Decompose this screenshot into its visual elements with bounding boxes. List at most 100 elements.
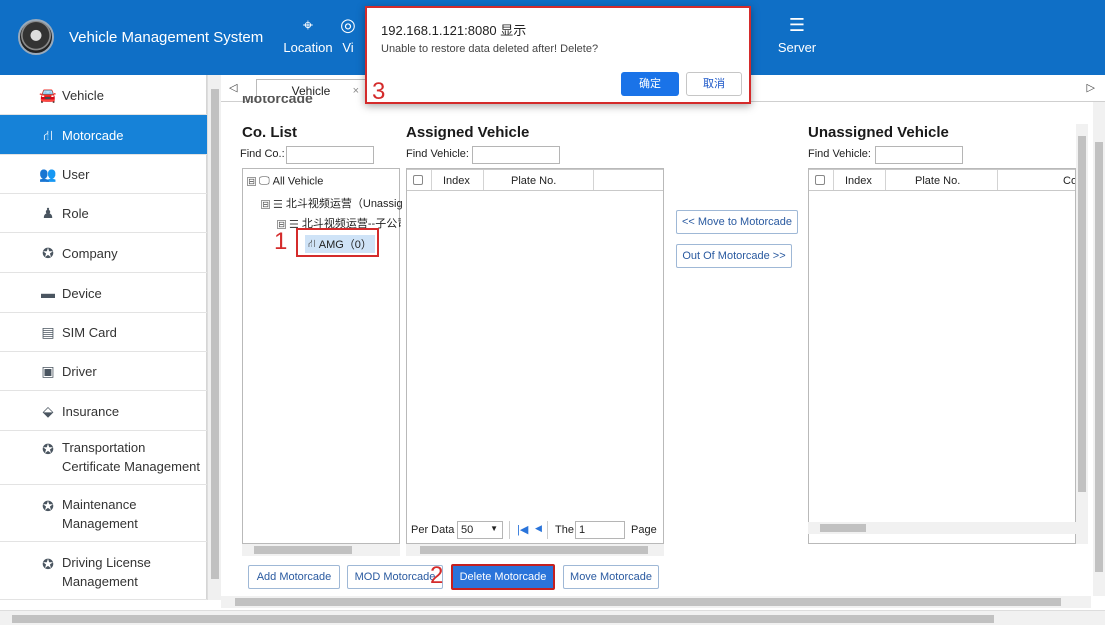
- delete-motorcade-button[interactable]: Delete Motorcade: [451, 564, 555, 590]
- pager: Per Data 50 ▼ |◀ ◀ The 1 Page: [407, 519, 663, 543]
- unassigned-vehicle-grid: Index Plate No. Co: [808, 168, 1076, 544]
- content-hscroll[interactable]: [221, 596, 1091, 608]
- page-hscroll[interactable]: [0, 610, 1105, 625]
- dialog-ok-button[interactable]: 确定: [621, 72, 679, 96]
- role-icon: ♟: [41, 205, 55, 221]
- find-vehicle-input[interactable]: [472, 146, 560, 164]
- first-page-icon[interactable]: |◀: [517, 523, 528, 536]
- page-number-input[interactable]: 1: [575, 521, 625, 539]
- nav-location[interactable]: ⌖ Location: [278, 14, 338, 55]
- find-vehicle-label: Find Vehicle:: [406, 148, 469, 160]
- tab-prev-icon[interactable]: ◁: [229, 81, 237, 94]
- sim-card-icon: ▤: [41, 324, 55, 340]
- scrollbar-thumb[interactable]: [12, 615, 994, 623]
- select-all-checkbox[interactable]: [815, 175, 825, 185]
- sidebar-item-label: Motorcade: [62, 128, 124, 143]
- unassigned-grid-hscroll[interactable]: [808, 522, 1076, 534]
- scrollbar-thumb[interactable]: [235, 598, 1061, 606]
- sidebar-item-label: Driver: [62, 364, 97, 379]
- column-header-plate-no[interactable]: Plate No.: [511, 175, 556, 187]
- users-icon: 👥: [39, 166, 57, 182]
- confirm-dialog: 192.168.1.121:8080 显示 Unable to restore …: [365, 6, 751, 104]
- scrollbar-thumb[interactable]: [820, 524, 866, 532]
- nav-video[interactable]: ◎ Vi: [333, 14, 363, 55]
- out-of-motorcade-button[interactable]: Out Of Motorcade >>: [676, 244, 792, 268]
- sidebar-item-insurance[interactable]: ⬙ Insurance: [0, 391, 207, 431]
- insurance-icon: ⬙: [42, 403, 54, 419]
- sidebar-item-label-line2: Management: [62, 516, 138, 531]
- sidebar-item-label: Vehicle: [62, 88, 104, 103]
- move-to-motorcade-button[interactable]: << Move to Motorcade: [676, 210, 798, 234]
- find-vehicle-input[interactable]: [875, 146, 963, 164]
- per-data-select[interactable]: 50 ▼: [457, 521, 503, 539]
- find-vehicle-label: Find Vehicle:: [808, 148, 871, 160]
- annotation-number-1: 1: [274, 228, 288, 255]
- sidebar-item-driving-license[interactable]: ✪ Driving License Management: [0, 542, 207, 600]
- column-separator: [593, 170, 594, 190]
- scrollbar-thumb[interactable]: [1095, 142, 1103, 572]
- tree-node-label: All Vehicle: [272, 175, 324, 188]
- motorcade-icon: ⛙: [43, 127, 53, 143]
- tree-node-company[interactable]: ⊟ ☰ 北斗视频运营（Unassig: [261, 195, 403, 211]
- move-motorcade-button[interactable]: Move Motorcade: [563, 565, 659, 589]
- company-tree: ⊟ 🖵 All Vehicle ⊟ ☰ 北斗视频运营（Unassig ⊟ ☰ 北斗视频运营-…: [242, 168, 403, 544]
- sidebar-item-label: Maintenance: [62, 497, 137, 512]
- nav-server[interactable]: ☰ Server: [767, 14, 827, 55]
- sidebar-item-label: Device: [62, 286, 102, 301]
- column-separator: [885, 170, 886, 190]
- dialog-cancel-button[interactable]: 取消: [686, 72, 742, 96]
- sidebar-item-device[interactable]: ▬ Device: [0, 273, 207, 313]
- tree-toggle[interactable]: ⊟: [247, 177, 256, 186]
- page-title: Motorcade: [242, 96, 313, 104]
- sidebar-item-role[interactable]: ♟ Role: [0, 194, 207, 233]
- maintenance-icon: ✪: [42, 498, 54, 514]
- sidebar-item-transportation-certificate[interactable]: ✪ Transportation Certificate Management: [0, 431, 207, 485]
- sidebar-scrollbar[interactable]: [207, 75, 221, 600]
- mod-motorcade-button[interactable]: MOD Motorcade: [347, 565, 443, 589]
- sidebar-scrollbar-thumb[interactable]: [211, 89, 219, 579]
- device-icon: ▬: [41, 285, 55, 301]
- sidebar-item-maintenance[interactable]: ✪ Maintenance Management: [0, 485, 207, 542]
- sidebar-item-user[interactable]: 👥 User: [0, 155, 207, 194]
- add-motorcade-button[interactable]: Add Motorcade: [248, 565, 340, 589]
- column-separator: [431, 170, 432, 190]
- co-list-panel: Co. List Find Co.: ⊟ 🖵 All Vehicle ⊟ ☰ 北斗视频运…: [238, 124, 403, 562]
- car-icon: 🚘: [39, 87, 57, 103]
- dialog-message: Unable to restore data deleted after! De…: [381, 43, 599, 55]
- sidebar-item-sim-card[interactable]: ▤ SIM Card: [0, 313, 207, 352]
- scrollbar-thumb[interactable]: [1078, 136, 1086, 492]
- assigned-grid-hscroll[interactable]: [406, 544, 664, 556]
- grid-header: Index Plate No. Co: [809, 169, 1075, 191]
- find-co-input[interactable]: [286, 146, 374, 164]
- unassigned-vscroll[interactable]: [1076, 124, 1088, 544]
- sidebar-item-motorcade[interactable]: ⛙ Motorcade: [0, 115, 207, 155]
- tree-node-all-vehicle[interactable]: ⊟ 🖵 All Vehicle: [247, 175, 323, 188]
- close-icon[interactable]: ×: [353, 80, 359, 102]
- scrollbar-thumb[interactable]: [254, 546, 352, 554]
- sidebar-item-label: User: [62, 167, 90, 182]
- nav-video-label: Vi: [342, 40, 354, 55]
- page-vscroll[interactable]: [1093, 102, 1105, 596]
- column-header-index[interactable]: Index: [845, 175, 872, 187]
- column-header-company[interactable]: Co: [1063, 175, 1075, 187]
- sidebar-item-company[interactable]: ✪ Company: [0, 233, 207, 273]
- page-label: Page: [631, 524, 657, 536]
- company-icon: ✪: [42, 245, 54, 261]
- server-icon: ☰: [788, 15, 806, 35]
- tab-next-icon[interactable]: ▷: [1087, 81, 1095, 94]
- app-title: Vehicle Management System: [69, 29, 264, 46]
- select-all-checkbox[interactable]: [413, 175, 423, 185]
- divider: [547, 521, 548, 539]
- column-separator: [833, 170, 834, 190]
- column-header-plate-no[interactable]: Plate No.: [915, 175, 960, 187]
- column-header-index[interactable]: Index: [443, 175, 470, 187]
- annotation-number-3: 3: [372, 78, 386, 105]
- scrollbar-thumb[interactable]: [420, 546, 648, 554]
- sidebar-item-driver[interactable]: ▣ Driver: [0, 352, 207, 391]
- co-list-hscroll[interactable]: [242, 544, 400, 556]
- license-icon: ✪: [42, 556, 54, 572]
- sidebar-item-vehicle[interactable]: 🚘 Vehicle: [0, 75, 207, 115]
- prev-page-icon[interactable]: ◀: [535, 523, 542, 534]
- tree-toggle[interactable]: ⊟: [261, 199, 270, 209]
- annotation-number-2: 2: [430, 562, 444, 589]
